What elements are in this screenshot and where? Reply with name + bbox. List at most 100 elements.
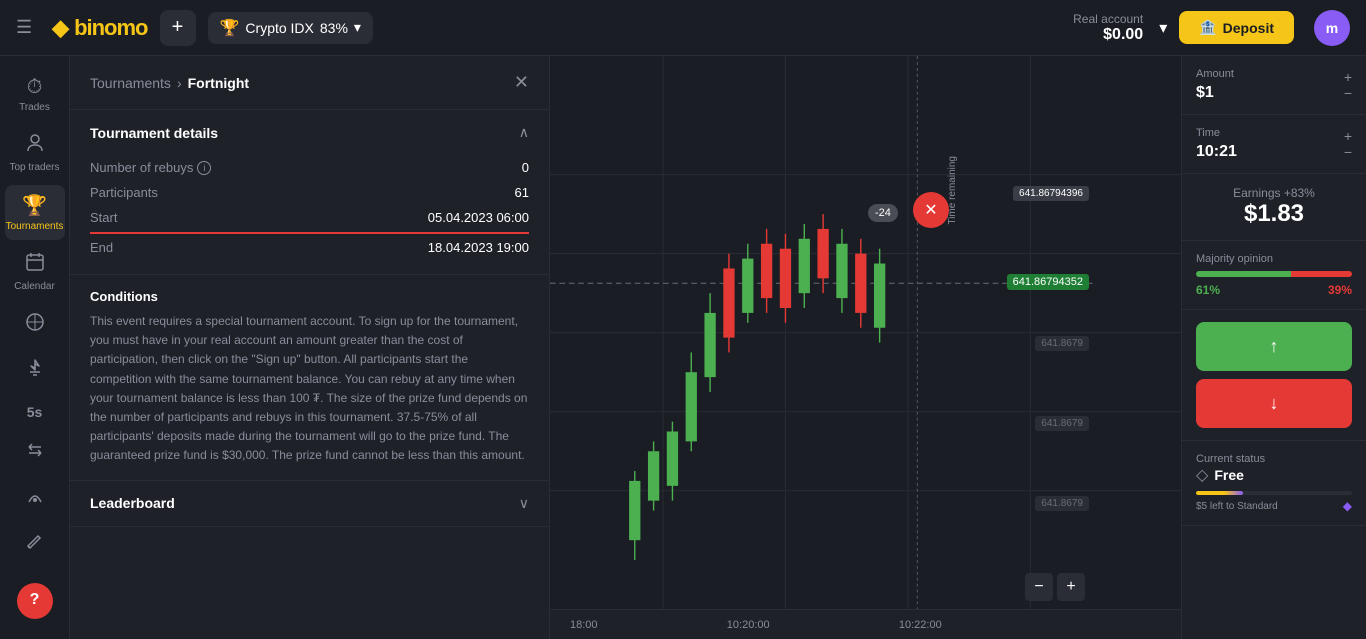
chart-close-button[interactable]: ✕ [913,192,949,228]
amount-label: Amount [1196,68,1234,80]
sidebar-item-calendar[interactable]: Calendar [5,244,65,300]
asset-selector[interactable]: 🏆 Crypto IDX 83% ▾ [208,12,373,44]
majority-pct-green: 61% [1196,283,1220,297]
leaderboard-title: Leaderboard [90,495,175,511]
zoom-in-button[interactable]: + [1057,573,1085,601]
timer-badge: -24 [868,204,898,222]
sidebar-item-top-traders[interactable]: Top traders [5,125,65,181]
tournaments-icon: 🏆 [22,193,47,218]
rebuys-value: 0 [522,160,529,175]
asset-pct: 83% [320,20,348,36]
majority-bar [1196,271,1352,277]
end-value: 18.04.2023 19:00 [428,240,529,255]
zoom-out-button[interactable]: − [1025,573,1053,601]
down-button[interactable]: ↓ [1196,379,1352,428]
asset-icon: 🏆 [220,18,240,38]
majority-pct-red: 39% [1328,283,1352,297]
status-section: Current status ◇ Free $5 left to Standar… [1182,441,1366,526]
breadcrumb-parent[interactable]: Tournaments [90,75,171,91]
standard-label: $5 left to Standard [1196,501,1278,512]
status-value: Free [1214,467,1244,483]
time-remaining-label: Time remaining [947,156,958,225]
logo-text: binomo [74,15,147,41]
hamburger-icon[interactable]: ☰ [16,17,32,38]
topbar: ☰ ◆ binomo + 🏆 Crypto IDX 83% ▾ Real acc… [0,0,1366,56]
time-label-1: 18:00 [570,619,598,631]
5s-icon: 5s [27,404,43,420]
chart-zoom: − + [1025,573,1085,601]
tournament-details-title: Tournament details [90,125,218,141]
start-value: 05.04.2023 06:00 [428,210,529,225]
price-tag-current: 641.86794352 [1007,274,1089,290]
status-icon: ◇ [1196,465,1208,485]
leaderboard-header[interactable]: Leaderboard ∨ [70,481,549,526]
earnings-value: $1.83 [1196,200,1352,228]
tournament-panel: Tournaments › Fortnight ✕ Tournament det… [70,56,550,639]
participants-row: Participants 61 [90,180,529,205]
start-row: Start 05.04.2023 06:00 [90,205,529,230]
asset-name: Crypto IDX [245,20,313,36]
price-tag-mid1: 641.8679 [1035,336,1089,351]
leaderboard-icon: ∨ [519,495,529,512]
sidebar-label-trades: Trades [19,102,50,113]
logo: ◆ binomo [52,15,147,41]
amount-increase-button[interactable]: + [1344,70,1352,84]
majority-bar-red [1291,271,1352,277]
detail-table: Number of rebuys i 0 Participants 61 Sta… [70,155,549,274]
amount-value: $1 [1196,84,1234,102]
logo-icon: ◆ [52,15,68,41]
trades2-icon [25,440,45,466]
sidebar-item-trades[interactable]: ⏱ Trades [5,68,65,121]
amount-decrease-button[interactable]: − [1344,86,1352,100]
deposit-button[interactable]: 🏦 Deposit [1179,11,1294,44]
close-button[interactable]: ✕ [514,72,529,93]
panel-scroll: Tournament details ∧ Number of rebuys i … [70,110,549,639]
sidebar-item-indicators[interactable] [5,304,65,346]
deposit-label: Deposit [1223,20,1274,36]
sidebar-item-pen[interactable] [5,524,65,564]
time-increase-button[interactable]: + [1344,129,1352,143]
rebuys-info-icon[interactable]: i [197,161,211,175]
time-label-2: 10:20:00 [727,619,770,631]
avatar[interactable]: m [1314,10,1350,46]
account-label: Real account [1073,12,1143,26]
sidebar-label-calendar: Calendar [14,281,55,292]
time-value: 10:21 [1196,143,1237,161]
diamond-icon: ◆ [1343,499,1352,513]
sidebar-label-top-traders: Top traders [9,162,59,173]
calendar-icon [25,252,45,278]
breadcrumb-chevron: › [177,75,182,91]
sidebar-item-5s[interactable]: 5s [5,396,65,428]
right-panel: Amount $1 + − Time 10:21 + − [1181,56,1366,639]
up-button[interactable]: ↑ [1196,322,1352,371]
majority-pct: 61% 39% [1196,283,1352,297]
sidebar-item-strategies[interactable] [5,350,65,392]
status-label: Current status [1196,453,1352,465]
collapse-icon: ∧ [519,124,529,141]
price-tag-mid3: 641.8679 [1035,496,1089,511]
time-section: Time 10:21 + − [1182,115,1366,174]
earnings-section: Earnings +83% $1.83 [1182,174,1366,241]
up-arrow-icon: ↑ [1270,336,1279,357]
sidebar-item-help[interactable]: ? [17,583,53,619]
price-tag-top: 641.86794396 [1013,186,1089,201]
sidebar-item-trades2[interactable] [5,432,65,474]
sidebar-label-tournaments: Tournaments [6,221,64,232]
rebuys-row: Number of rebuys i 0 [90,155,529,180]
status-row: ◇ Free [1196,465,1352,485]
sidebar-item-tournaments[interactable]: 🏆 Tournaments [5,185,65,240]
end-row: End 18.04.2023 19:00 [90,232,529,260]
time-decrease-button[interactable]: − [1344,145,1352,159]
tournament-details-header[interactable]: Tournament details ∧ [70,110,549,155]
pen-icon [26,532,44,556]
breadcrumb-current: Fortnight [188,75,249,91]
rebuys-label: Number of rebuys i [90,160,211,175]
leaderboard-section: Leaderboard ∨ [70,481,549,527]
time-label-3: 10:22:00 [899,619,942,631]
majority-label: Majority opinion [1196,253,1352,265]
end-label: End [90,240,113,255]
add-button[interactable]: + [160,10,196,46]
sidebar-item-signals[interactable] [5,478,65,520]
breadcrumb: Tournaments › Fortnight [90,75,249,91]
account-dropdown-icon[interactable]: ▾ [1159,18,1167,38]
